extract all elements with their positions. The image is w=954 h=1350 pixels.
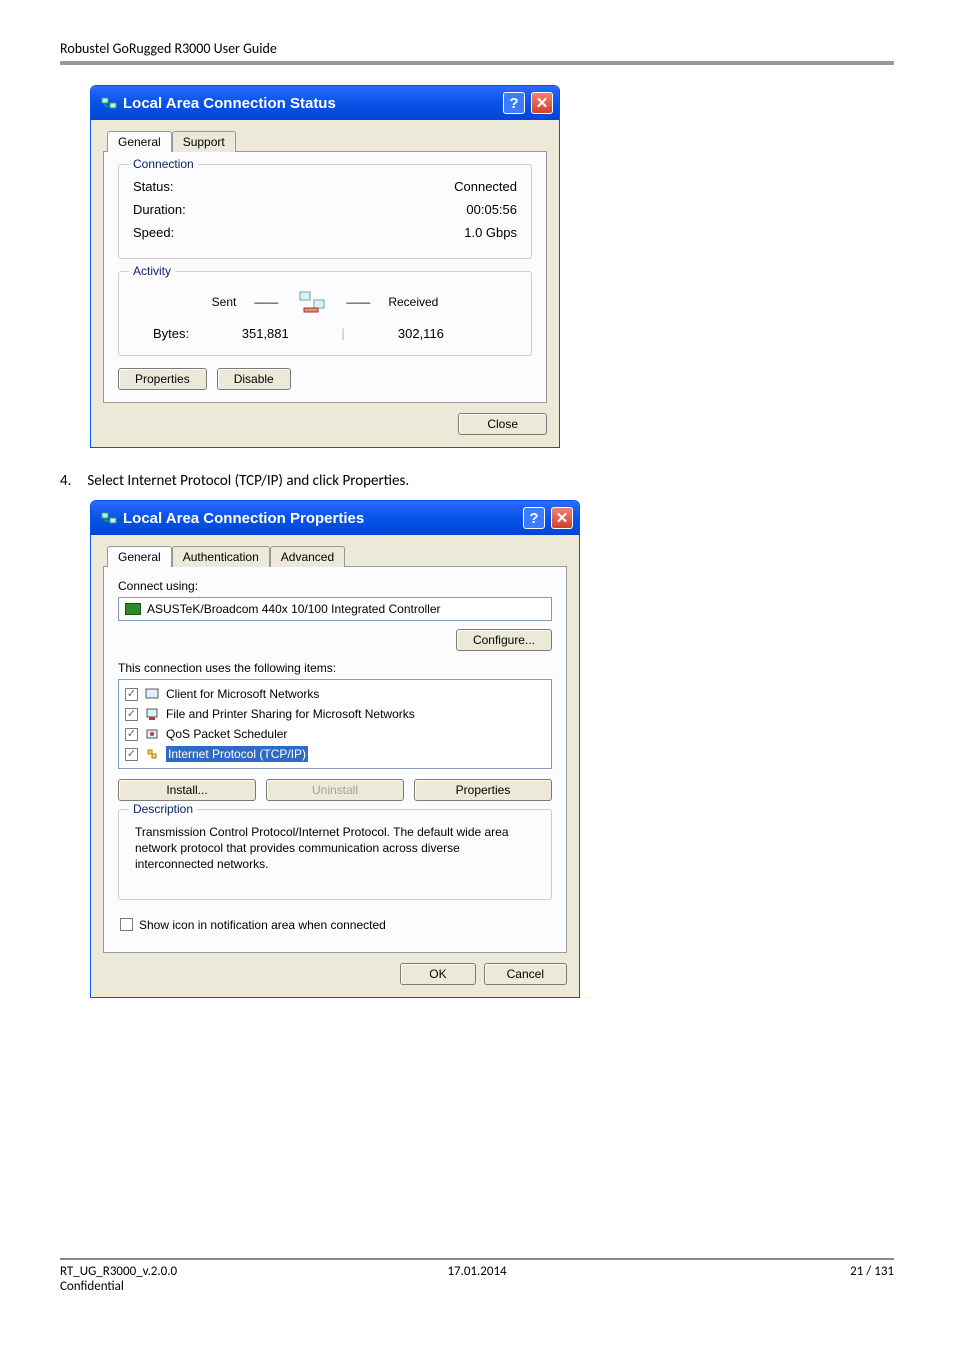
duration-value: 00:05:56 bbox=[466, 202, 517, 217]
adapter-name: ASUSTeK/Broadcom 440x 10/100 Integrated … bbox=[147, 602, 441, 616]
tab-authentication[interactable]: Authentication bbox=[172, 546, 270, 567]
show-icon-checkbox[interactable]: ✓ bbox=[120, 918, 133, 931]
props-titlebar[interactable]: Local Area Connection Properties ? ✕ bbox=[91, 501, 579, 535]
bytes-label: Bytes: bbox=[153, 326, 189, 341]
page-footer: RT_UG_R3000_v.2.0.0 Confidential 17.01.2… bbox=[0, 1258, 954, 1314]
speed-label: Speed: bbox=[133, 225, 174, 240]
sent-label: Sent bbox=[212, 295, 237, 309]
fileshare-icon bbox=[144, 706, 160, 722]
connection-legend: Connection bbox=[129, 157, 198, 171]
props-title-text: Local Area Connection Properties bbox=[123, 510, 364, 527]
footer-rule bbox=[60, 1258, 894, 1260]
help-button[interactable]: ? bbox=[523, 507, 545, 529]
list-item[interactable]: ✓ Client for Microsoft Networks bbox=[119, 684, 551, 704]
tab-support[interactable]: Support bbox=[172, 131, 236, 152]
connect-using-label: Connect using: bbox=[118, 579, 552, 593]
nic-icon bbox=[125, 603, 141, 615]
qos-icon bbox=[144, 726, 160, 742]
status-label: Status: bbox=[133, 179, 173, 194]
doc-header: Robustel GoRugged R3000 User Guide bbox=[60, 40, 894, 57]
bytes-received: 302,116 bbox=[345, 326, 497, 341]
close-button[interactable]: ✕ bbox=[551, 507, 573, 529]
help-button[interactable]: ? bbox=[503, 92, 525, 114]
speed-value: 1.0 Gbps bbox=[464, 225, 517, 240]
recv-line: —— bbox=[346, 295, 370, 309]
status-titlebar[interactable]: Local Area Connection Status ? ✕ bbox=[91, 86, 559, 120]
connection-group: Connection Status: Connected Duration: 0… bbox=[118, 164, 532, 259]
ok-button[interactable]: OK bbox=[400, 963, 475, 985]
checkbox[interactable]: ✓ bbox=[125, 688, 138, 701]
duration-row: Duration: 00:05:56 bbox=[133, 198, 517, 221]
status-tabpanel: Connection Status: Connected Duration: 0… bbox=[103, 151, 547, 403]
bytes-sent: 351,881 bbox=[189, 326, 341, 341]
list-item[interactable]: ✓ Internet Protocol (TCP/IP) bbox=[119, 744, 551, 764]
item-label: Client for Microsoft Networks bbox=[166, 687, 319, 701]
received-label: Received bbox=[388, 295, 438, 309]
list-item[interactable]: ✓ File and Printer Sharing for Microsoft… bbox=[119, 704, 551, 724]
adapter-field[interactable]: ASUSTeK/Broadcom 440x 10/100 Integrated … bbox=[118, 597, 552, 621]
activity-legend: Activity bbox=[129, 264, 175, 278]
status-dialog: Local Area Connection Status ? ✕ General… bbox=[90, 85, 560, 448]
step-4-num: 4. bbox=[60, 472, 84, 490]
props-tabs: General Authentication Advanced bbox=[103, 545, 567, 566]
items-list[interactable]: ✓ Client for Microsoft Networks ✓ File a… bbox=[118, 679, 552, 769]
network-icon bbox=[101, 510, 117, 526]
show-icon-label: Show icon in notification area when conn… bbox=[139, 918, 386, 932]
footer-page: 21 / 131 bbox=[616, 1264, 894, 1294]
description-text: Transmission Control Protocol/Internet P… bbox=[133, 820, 537, 885]
item-label: Internet Protocol (TCP/IP) bbox=[166, 746, 308, 762]
properties-dialog: Local Area Connection Properties ? ✕ Gen… bbox=[90, 500, 580, 998]
status-tabs: General Support bbox=[103, 130, 547, 151]
item-label: File and Printer Sharing for Microsoft N… bbox=[166, 707, 415, 721]
status-title-text: Local Area Connection Status bbox=[123, 95, 336, 112]
header-rule bbox=[60, 61, 894, 65]
list-item[interactable]: ✓ QoS Packet Scheduler bbox=[119, 724, 551, 744]
footer-date: 17.01.2014 bbox=[338, 1264, 616, 1294]
cancel-button[interactable]: Cancel bbox=[484, 963, 567, 985]
footer-confidential: Confidential bbox=[60, 1279, 338, 1294]
status-row: Status: Connected bbox=[133, 175, 517, 198]
client-icon bbox=[144, 686, 160, 702]
props-tabpanel: Connect using: ASUSTeK/Broadcom 440x 10/… bbox=[103, 566, 567, 953]
properties-button[interactable]: Properties bbox=[118, 368, 207, 390]
duration-label: Duration: bbox=[133, 202, 186, 217]
disable-button[interactable]: Disable bbox=[217, 368, 291, 390]
close-button[interactable]: ✕ bbox=[531, 92, 553, 114]
configure-button[interactable]: Configure... bbox=[456, 629, 552, 651]
checkbox[interactable]: ✓ bbox=[125, 708, 138, 721]
sent-line: —— bbox=[254, 295, 278, 309]
description-group: Description Transmission Control Protoco… bbox=[118, 809, 552, 900]
footer-version: RT_UG_R3000_v.2.0.0 bbox=[60, 1264, 338, 1279]
step-4: 4. Select Internet Protocol (TCP/IP) and… bbox=[60, 472, 894, 490]
install-button[interactable]: Install... bbox=[118, 779, 256, 801]
description-legend: Description bbox=[129, 802, 197, 816]
uninstall-button: Uninstall bbox=[266, 779, 404, 801]
network-icon bbox=[101, 95, 117, 111]
status-value: Connected bbox=[454, 179, 517, 194]
items-label: This connection uses the following items… bbox=[118, 661, 552, 675]
close-dialog-button[interactable]: Close bbox=[458, 413, 547, 435]
tab-general[interactable]: General bbox=[107, 546, 172, 567]
speed-row: Speed: 1.0 Gbps bbox=[133, 221, 517, 244]
checkbox[interactable]: ✓ bbox=[125, 728, 138, 741]
tab-advanced[interactable]: Advanced bbox=[270, 546, 345, 567]
activity-group: Activity Sent —— —— Received bbox=[118, 271, 532, 356]
item-properties-button[interactable]: Properties bbox=[414, 779, 552, 801]
tab-general[interactable]: General bbox=[107, 131, 172, 152]
step-4-text: Select Internet Protocol (TCP/IP) and cl… bbox=[87, 472, 409, 490]
checkbox[interactable]: ✓ bbox=[125, 748, 138, 761]
tcpip-icon bbox=[144, 746, 160, 762]
activity-icon bbox=[296, 288, 328, 316]
item-label: QoS Packet Scheduler bbox=[166, 727, 287, 741]
